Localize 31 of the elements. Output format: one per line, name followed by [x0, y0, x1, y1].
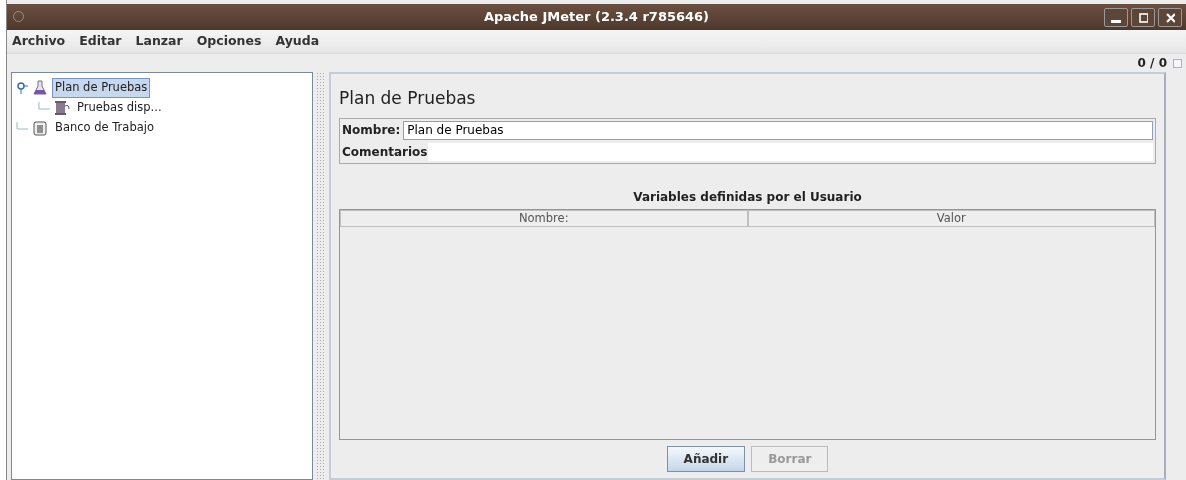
column-header[interactable]: Nombre: — [340, 209, 748, 227]
field-label: Comentarios — [342, 143, 428, 161]
tree-item[interactable]: Pruebas disp... — [74, 98, 165, 118]
panel-heading: Plan de Pruebas — [339, 87, 477, 110]
window-title: Apache JMeter (2.3.4 r785646) — [483, 8, 710, 27]
expand-handle[interactable] — [16, 82, 28, 94]
flask-icon — [32, 80, 48, 96]
spool-icon — [54, 100, 70, 116]
maximize-button[interactable] — [1131, 8, 1155, 27]
table-title: Variables definidas por el Usuario — [632, 188, 863, 206]
tree-item[interactable]: Plan de Pruebas — [52, 78, 151, 98]
menu-item[interactable]: Archivo — [11, 32, 67, 51]
button[interactable]: Añadir — [666, 446, 746, 472]
tree-item[interactable]: Banco de Trabajo — [52, 118, 157, 138]
close-button[interactable] — [1158, 8, 1182, 27]
minimize-button[interactable] — [1104, 8, 1128, 27]
button: Borrar — [751, 446, 829, 472]
menu-item[interactable]: Lanzar — [134, 32, 184, 51]
counter-text: 0 / 0 — [1137, 55, 1167, 72]
column-header[interactable]: Valor — [747, 209, 1155, 227]
minimize-icon — [1111, 19, 1121, 23]
clipboard-icon — [32, 120, 48, 136]
menu-item[interactable]: Opciones — [195, 32, 263, 51]
name-field[interactable]: Plan de Pruebas — [403, 120, 1153, 140]
splitter-handle[interactable] — [316, 72, 326, 480]
maximize-icon — [1138, 11, 1148, 24]
status-indicator-icon — [1173, 58, 1182, 68]
menu-item[interactable]: Editar — [78, 32, 123, 51]
field-label: Nombre: — [342, 122, 401, 139]
close-icon — [1165, 11, 1175, 24]
menu-item[interactable]: Ayuda — [274, 32, 321, 51]
